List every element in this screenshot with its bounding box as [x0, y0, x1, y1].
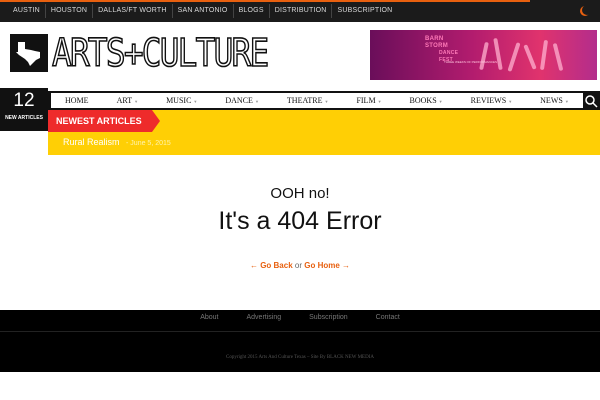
or-text: or	[294, 261, 303, 270]
chevron-down-icon: ▼	[134, 98, 139, 104]
footer: About Advertising Subscription Contact C…	[0, 310, 600, 372]
ticker-article-link[interactable]: Rural Realism - June 5, 2015	[63, 137, 171, 147]
chevron-down-icon: ▼	[564, 98, 569, 104]
nav-item-art[interactable]: ART ▼	[103, 96, 153, 105]
topnav-item-san-antonio[interactable]: SAN ANTONIO	[173, 4, 234, 18]
copyright-text: Copyright 2015 Arts And Culture Texas – …	[226, 355, 374, 360]
ad-dancer-figure	[552, 42, 564, 72]
topnav-item-austin[interactable]: AUSTIN	[8, 4, 46, 18]
topnav-item-subscription[interactable]: SUBSCRIPTION	[332, 4, 397, 18]
nav-item-news[interactable]: NEWS ▼	[526, 96, 583, 105]
main-nav-bar: 12 NEW ARTICLES HOME ART ▼ MUSIC ▼ DANCE ▼ …	[0, 88, 600, 131]
footer-divider	[0, 331, 600, 332]
error-subheading: OOH no!	[270, 185, 330, 202]
nav-item-music[interactable]: MUSIC ▼	[152, 96, 211, 105]
nav-item-film[interactable]: FILM ▼	[342, 96, 395, 105]
new-articles-counter: 12 NEW ARTICLES	[0, 88, 48, 131]
go-back-link[interactable]: Go Back	[260, 261, 292, 270]
chevron-down-icon: ▼	[324, 98, 329, 104]
footer-link-subscription[interactable]: Subscription	[295, 314, 362, 321]
main-nav-inner: HOME ART ▼ MUSIC ▼ DANCE ▼ THEATRE ▼ FILM ▼ B…	[51, 93, 583, 108]
error-heading: It's a 404 Error	[218, 207, 382, 235]
ticker-article-date: - June 5, 2015	[126, 140, 171, 147]
texas-icon	[10, 34, 48, 72]
error-links: ← Go Back or Go Home →	[0, 261, 600, 270]
nav-item-home[interactable]: HOME	[51, 96, 103, 105]
chevron-down-icon: ▼	[508, 98, 513, 104]
logo-text: ARTS+CULTURE	[51, 31, 270, 75]
top-accent-line	[0, 0, 530, 2]
footer-link-contact[interactable]: Contact	[362, 314, 414, 321]
top-bar: AUSTIN HOUSTON DALLAS/FT WORTH SAN ANTON…	[0, 0, 600, 22]
nav-item-theatre[interactable]: THEATRE ▼	[273, 96, 343, 105]
chevron-down-icon: ▼	[193, 98, 198, 104]
footer-nav: About Advertising Subscription Contact	[0, 314, 600, 321]
ad-dancer-figure	[523, 44, 537, 70]
nav-item-dance[interactable]: DANCE ▼	[211, 96, 273, 105]
ad-banner[interactable]: BARN STORM DANCE FEST THREE WEEKS OF PER…	[370, 30, 597, 80]
ticker-label: NEWEST ARTICLES	[48, 110, 152, 132]
chevron-down-icon: ▼	[254, 98, 259, 104]
ad-dancer-figure	[507, 42, 521, 72]
topnav-item-houston[interactable]: HOUSTON	[46, 4, 94, 18]
arrow-left-icon: ←	[249, 261, 258, 270]
ticker-article-title[interactable]: Rural Realism	[63, 137, 120, 147]
chevron-down-icon: ▼	[377, 98, 382, 104]
main-nav: HOME ART ▼ MUSIC ▼ DANCE ▼ THEATRE ▼ FILM ▼ B…	[48, 91, 600, 110]
footer-link-advertising[interactable]: Advertising	[233, 314, 296, 321]
ad-subtitle: THREE WEEKS OF PERFORMANCES	[444, 60, 498, 64]
chevron-down-icon: ▼	[438, 98, 443, 104]
ticker-label-arrow	[152, 110, 160, 132]
new-articles-label: NEW ARTICLES	[5, 115, 43, 121]
topnav-item-distribution[interactable]: DISTRIBUTION	[270, 4, 333, 18]
nav-item-books[interactable]: BOOKS ▼	[396, 96, 457, 105]
top-nav: AUSTIN HOUSTON DALLAS/FT WORTH SAN ANTON…	[8, 4, 397, 18]
arrow-right-icon: →	[342, 261, 351, 270]
go-home-link[interactable]: Go Home	[304, 261, 340, 270]
footer-link-about[interactable]: About	[186, 314, 232, 321]
topnav-item-dallas[interactable]: DALLAS/FT WORTH	[93, 4, 173, 18]
moon-icon[interactable]	[582, 5, 592, 15]
new-articles-count: 12	[13, 90, 35, 111]
search-icon[interactable]	[584, 94, 598, 108]
ad-dancer-figure	[493, 37, 503, 71]
newest-articles-ticker: NEWEST ARTICLES Rural Realism - June 5, …	[48, 110, 600, 155]
topnav-item-blogs[interactable]: BLOGS	[234, 4, 270, 18]
ad-dancer-figure	[539, 39, 549, 71]
site-logo[interactable]: ARTS+CULTURE	[10, 31, 303, 75]
nav-item-reviews[interactable]: REVIEWS ▼	[457, 96, 527, 105]
ad-dancer-figure	[479, 41, 489, 71]
